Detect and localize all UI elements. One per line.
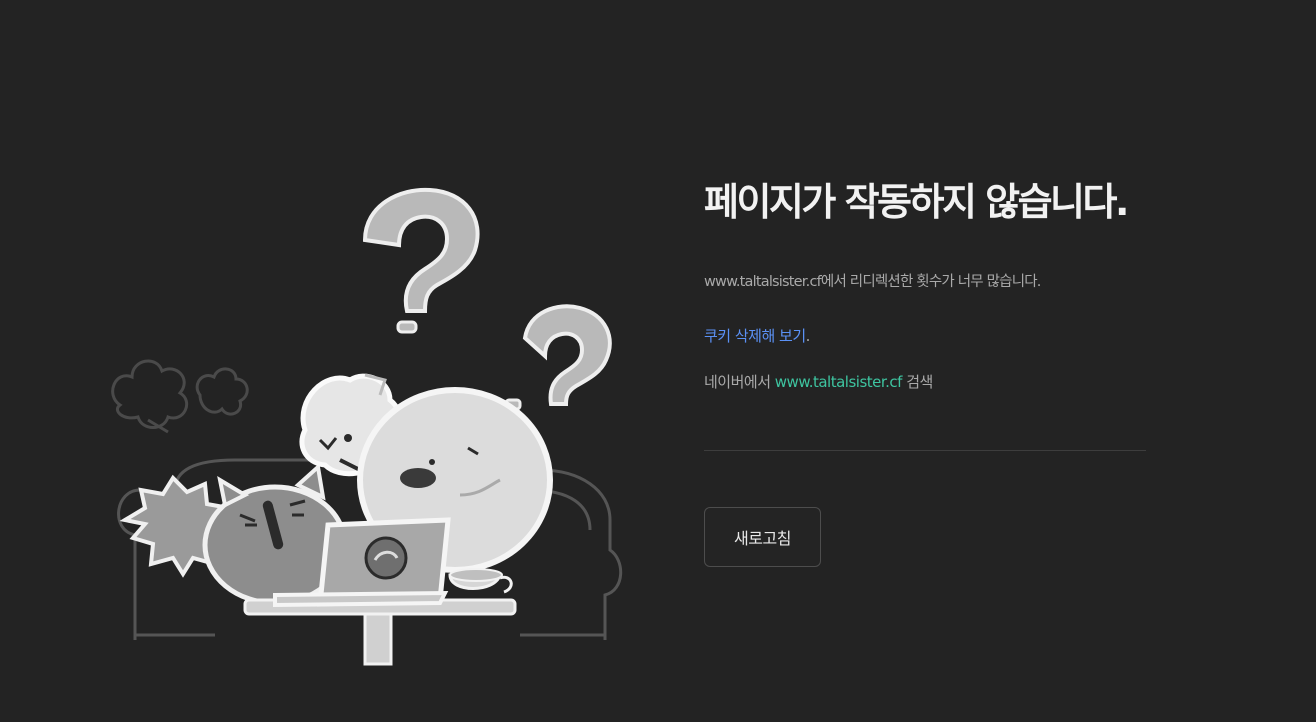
divider bbox=[704, 449, 1146, 451]
delete-cookies-link[interactable]: 쿠키 삭제해 보기 bbox=[704, 327, 806, 345]
error-page: 페이지가 작동하지 않습니다. www.taltalsister.cf에서 리디… bbox=[0, 0, 1316, 722]
confused-characters-illustration bbox=[111, 187, 623, 666]
refresh-button[interactable]: 새로고침 bbox=[704, 506, 821, 567]
error-description: www.taltalsister.cf에서 리디렉션한 횟수가 너무 많습니다. bbox=[704, 273, 1041, 290]
search-domain-link[interactable]: www.taltalsister.cf bbox=[775, 373, 903, 391]
page-title: 페이지가 작동하지 않습니다. bbox=[704, 180, 1129, 224]
smoke-puff-icon bbox=[111, 359, 249, 434]
cookie-suffix: . bbox=[805, 326, 811, 345]
search-suffix: 검색 bbox=[901, 372, 933, 391]
cup-icon bbox=[448, 568, 513, 594]
cookie-suggestion: 쿠키 삭제해 보기. bbox=[704, 325, 1146, 346]
question-mark-icon bbox=[362, 187, 612, 411]
error-content: 페이지가 작동하지 않습니다. www.taltalsister.cf에서 리디… bbox=[704, 180, 1146, 567]
table-icon bbox=[243, 598, 517, 666]
search-prefix: 네이버에서 bbox=[704, 372, 775, 391]
search-suggestion: 네이버에서 www.taltalsister.cf 검색 bbox=[704, 371, 1146, 392]
